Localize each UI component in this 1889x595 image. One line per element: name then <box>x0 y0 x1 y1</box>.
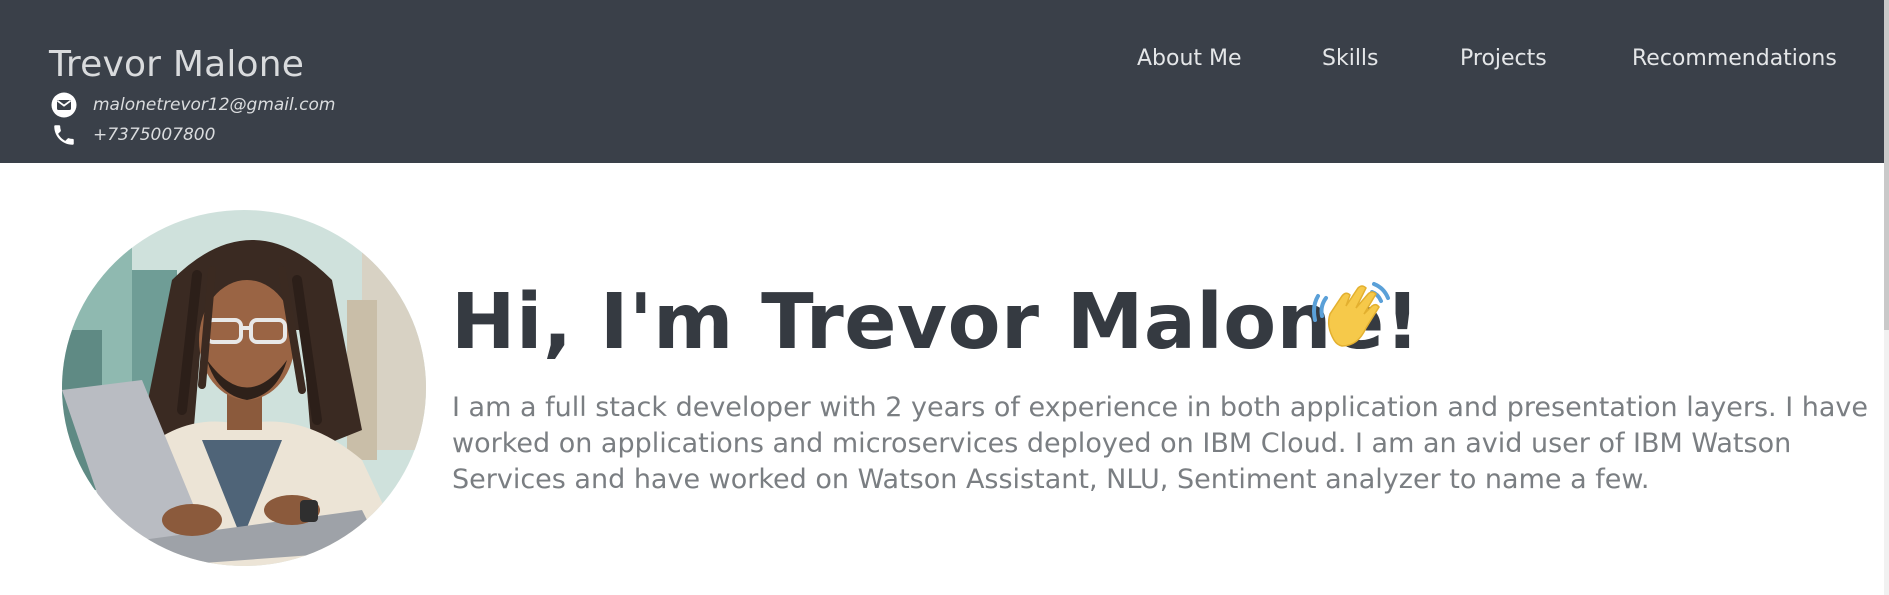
scrollbar-thumb[interactable] <box>1884 0 1889 330</box>
waving-hand-icon <box>1312 276 1392 356</box>
page-scrollbar[interactable] <box>1884 0 1889 595</box>
hero-title: Hi, I'm Trevor Malone! <box>451 278 1421 367</box>
profile-illustration <box>62 210 426 566</box>
site-header: Trevor Malone malonetrevor12@gmail.com +… <box>0 0 1884 163</box>
phone-contact[interactable]: +7375007800 <box>50 122 215 148</box>
profile-avatar <box>62 210 426 566</box>
nav-about-me[interactable]: About Me <box>1137 46 1242 71</box>
hero-bio: I am a full stack developer with 2 years… <box>452 392 1868 495</box>
email-address[interactable]: malonetrevor12@gmail.com <box>93 95 335 115</box>
nav-recommendations[interactable]: Recommendations <box>1632 46 1837 71</box>
envelope-icon <box>50 92 78 118</box>
phone-number[interactable]: +7375007800 <box>93 125 215 145</box>
site-owner-name[interactable]: Trevor Malone <box>49 44 304 85</box>
phone-icon <box>50 122 78 148</box>
nav-projects[interactable]: Projects <box>1460 46 1547 71</box>
nav-skills[interactable]: Skills <box>1322 46 1379 71</box>
email-contact[interactable]: malonetrevor12@gmail.com <box>50 92 335 118</box>
